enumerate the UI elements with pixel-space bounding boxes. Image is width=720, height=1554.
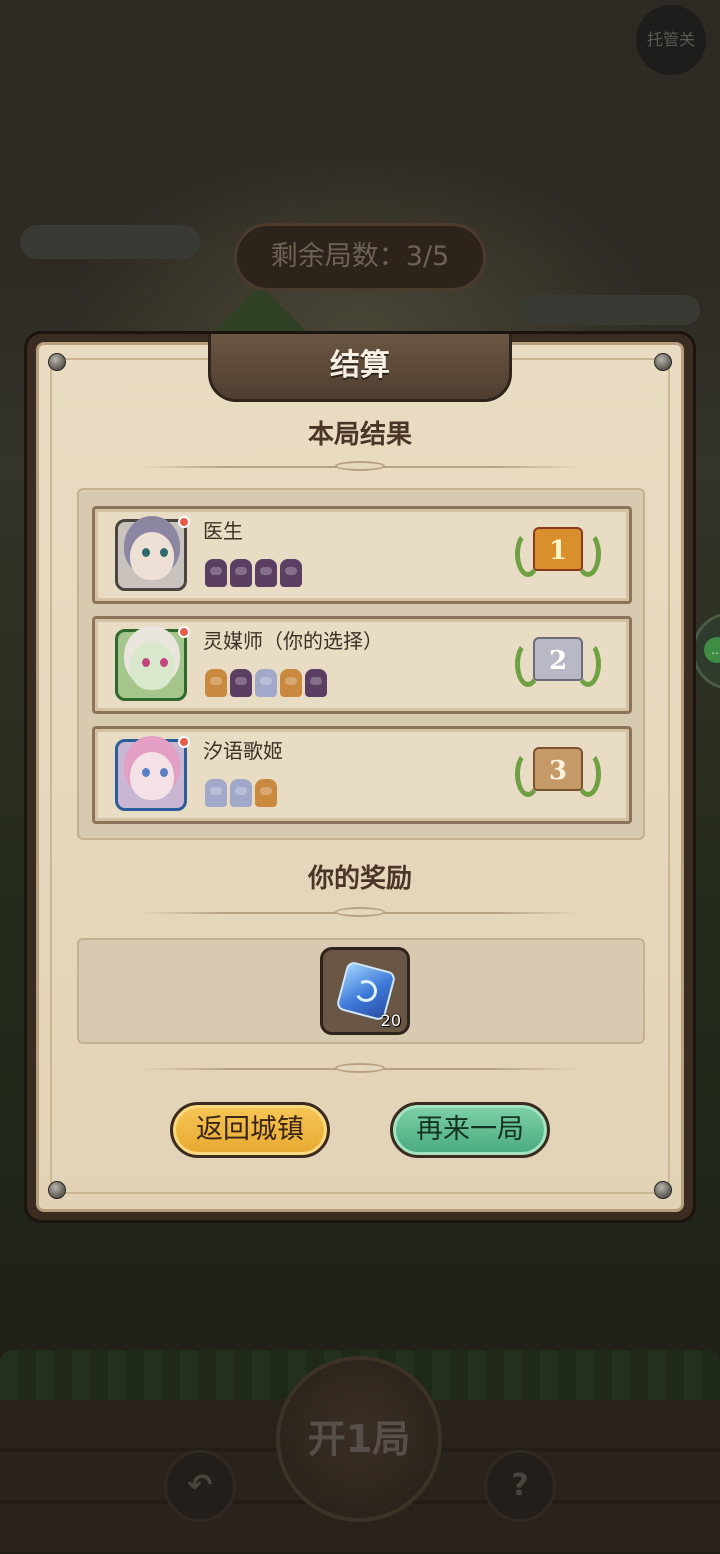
- rewards-heading: 你的奖励: [307, 864, 412, 894]
- rank-badge: 3: [515, 737, 601, 809]
- unit-icon: [280, 669, 302, 697]
- avatar-badge: [178, 516, 190, 528]
- divider-ornament: [335, 1063, 385, 1073]
- player-avatar: [115, 516, 190, 591]
- rank-badge: 2: [515, 627, 601, 699]
- reward-item[interactable]: 20: [320, 947, 410, 1035]
- rank-number: 3: [548, 756, 568, 786]
- unit-icon: [205, 559, 227, 587]
- hero-eye: [160, 768, 168, 777]
- return-to-town-button[interactable]: 返回城镇: [170, 1102, 330, 1158]
- rank-number: 1: [548, 536, 568, 566]
- start-round-button[interactable]: 开1局: [276, 1356, 442, 1522]
- background-cloud: [520, 295, 700, 325]
- undo-icon[interactable]: ↶: [164, 1450, 236, 1522]
- result-row: 汐语歌姬 3: [92, 726, 632, 824]
- gem-swirl: [352, 977, 380, 1005]
- unit-icon: [255, 669, 277, 697]
- hero-portrait: [130, 752, 174, 800]
- unit-icon: [280, 559, 302, 587]
- unit-icon: [305, 669, 327, 697]
- hero-eye: [142, 768, 150, 777]
- remaining-rounds-indicator: 剩余局数：3/5: [234, 223, 486, 291]
- auto-play-toggle-button[interactable]: 托管关: [636, 5, 706, 75]
- divider-ornament: [335, 461, 385, 471]
- player-name: 灵媒师（你的选择）: [203, 629, 383, 653]
- chat-icon: …: [704, 637, 720, 663]
- reward-count: 20: [380, 1011, 401, 1030]
- rivet-decoration: [654, 1181, 672, 1199]
- help-icon[interactable]: ?: [484, 1450, 556, 1522]
- dialog-title: 结算: [330, 348, 390, 383]
- result-row: 医生 1: [92, 506, 632, 604]
- unit-icon: [255, 779, 277, 807]
- player-avatar: [115, 626, 190, 701]
- background-cloud: [20, 225, 200, 259]
- results-heading: 本局结果: [307, 420, 412, 450]
- unit-icon: [230, 669, 252, 697]
- hero-eye: [142, 658, 150, 667]
- unit-icon: [205, 669, 227, 697]
- result-row: 灵媒师（你的选择） 2: [92, 616, 632, 714]
- hero-eye: [160, 548, 168, 557]
- hero-portrait: [130, 532, 174, 580]
- rank-badge: 1: [515, 517, 601, 589]
- player-name: 医生: [203, 519, 243, 543]
- rank-number: 2: [548, 646, 568, 676]
- player-avatar: [115, 736, 190, 811]
- hero-portrait: [130, 642, 174, 690]
- unit-icon: [230, 779, 252, 807]
- hero-eye: [160, 658, 168, 667]
- avatar-badge: [178, 736, 190, 748]
- rivet-decoration: [654, 353, 672, 371]
- hero-eye: [142, 548, 150, 557]
- unit-icon: [230, 559, 252, 587]
- rivet-decoration: [48, 353, 66, 371]
- avatar-badge: [178, 626, 190, 638]
- rivet-decoration: [48, 1181, 66, 1199]
- unit-icon: [205, 779, 227, 807]
- divider-ornament: [335, 907, 385, 917]
- player-name: 汐语歌姬: [203, 739, 283, 763]
- play-again-button[interactable]: 再来一局: [390, 1102, 550, 1158]
- unit-icon: [255, 559, 277, 587]
